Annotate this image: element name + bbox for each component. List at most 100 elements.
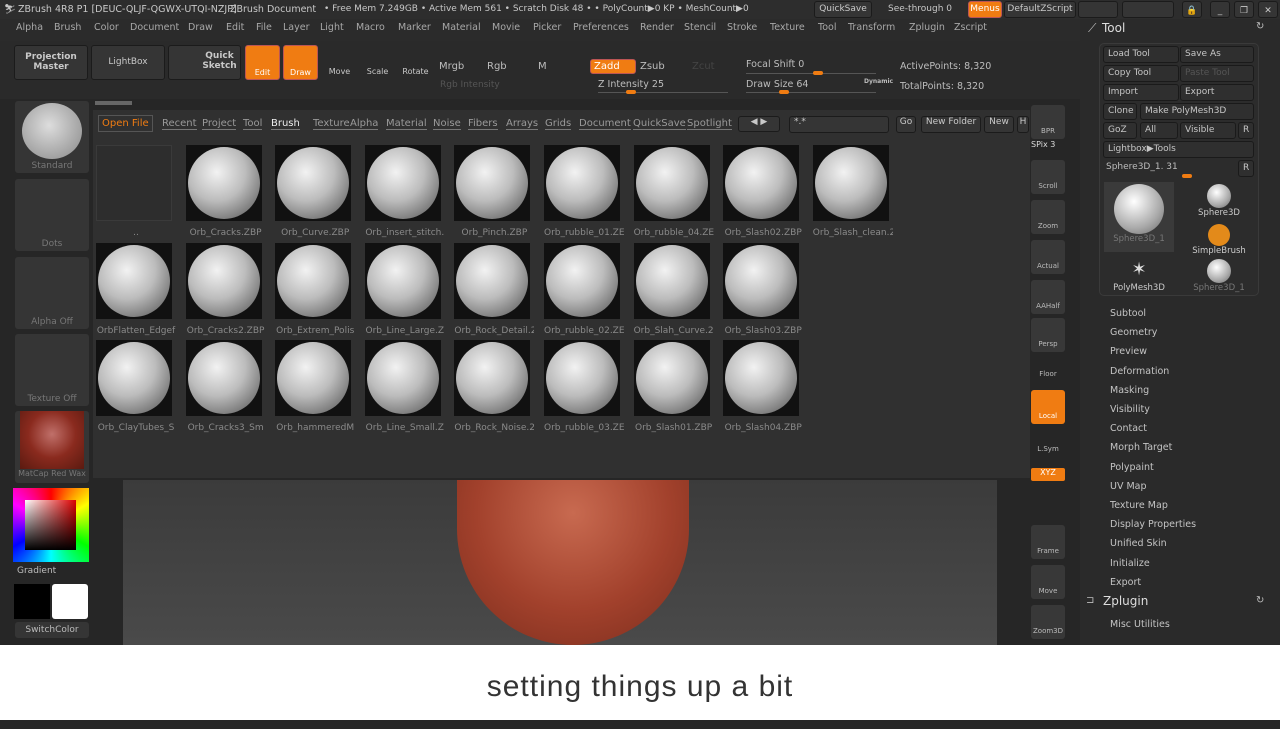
scale-mode-button[interactable]: Scale <box>360 45 395 80</box>
menu-document[interactable]: Document <box>130 22 179 33</box>
shelf-frame-button[interactable]: Frame <box>1031 525 1065 559</box>
focal-shift-slider[interactable]: Focal Shift 0 <box>746 59 804 70</box>
red-wax-sphere-model[interactable] <box>457 480 689 645</box>
subpalette-export[interactable]: Export <box>1110 577 1141 588</box>
alpha-selector[interactable]: Alpha Off <box>15 257 89 329</box>
lightbox-item[interactable]: Orb_ClayTubes_S <box>96 340 176 433</box>
focal-shift-knob[interactable] <box>813 71 823 75</box>
lock-icon[interactable]: 🔒 <box>1182 1 1202 18</box>
shelf-l-sym-button[interactable]: L.Sym <box>1031 445 1065 453</box>
texture-selector[interactable]: Texture Off <box>15 334 89 406</box>
shelf-move-button[interactable]: Move <box>1031 565 1065 599</box>
rgb-toggle[interactable]: Rgb <box>487 61 507 72</box>
copy-tool-button[interactable]: Copy Tool <box>1103 65 1179 82</box>
shelf-scroll-button[interactable]: Scroll <box>1031 160 1065 194</box>
zsub-button[interactable]: Zsub <box>640 61 665 72</box>
lightbox-item[interactable]: OrbFlatten_Edgef <box>96 242 176 336</box>
rotate-mode-button[interactable]: Rotate <box>398 45 433 80</box>
lightbox-item[interactable]: Orb_Slash02.ZBP <box>723 145 803 238</box>
draw-mode-button[interactable]: Draw <box>283 45 318 80</box>
lightbox-item[interactable]: Orb_Slash03.ZBP <box>723 242 803 336</box>
menu-alpha[interactable]: Alpha <box>16 22 43 33</box>
stroke-selector[interactable]: Dots <box>15 179 89 251</box>
subpalette-subtool[interactable]: Subtool <box>1110 308 1146 319</box>
tool-r-button[interactable]: R <box>1238 160 1254 177</box>
menu-light[interactable]: Light <box>320 22 344 33</box>
new-folder-button[interactable]: New Folder <box>921 116 981 133</box>
subpalette-morph-target[interactable]: Morph Target <box>1110 442 1172 453</box>
lightbox-item[interactable]: Orb_rubble_03.ZE <box>544 340 624 433</box>
lightbox-tab-material[interactable]: Material <box>386 118 427 130</box>
document-canvas[interactable] <box>123 480 997 645</box>
shelf-aahalf-button[interactable]: AAHalf <box>1031 280 1065 314</box>
subpalette-preview[interactable]: Preview <box>1110 346 1147 357</box>
menu-material[interactable]: Material <box>442 22 481 33</box>
lightbox-item[interactable]: Orb_Cracks.ZBP <box>185 145 266 238</box>
lightbox-item[interactable]: Orb_Slash01.ZBP <box>633 340 714 433</box>
shelf-zoom-button[interactable]: Zoom <box>1031 200 1065 234</box>
tool-tile-polymesh3d[interactable]: ✶ PolyMesh3D <box>1104 257 1174 293</box>
all-button[interactable]: All <box>1140 122 1178 139</box>
color-picker[interactable] <box>13 488 89 562</box>
material-selector[interactable]: MatCap Red Wax <box>15 411 89 483</box>
lightbox-item[interactable]: Orb_Rock_Detail.2 <box>454 242 534 336</box>
rgb-intensity-slider[interactable]: Rgb Intensity <box>440 80 500 90</box>
main-color-swatch[interactable] <box>14 584 50 619</box>
layout-arrows-button[interactable] <box>1078 1 1118 18</box>
lightbox-item[interactable]: Orb_rubble_01.ZE <box>544 145 624 238</box>
lightbox-tab-quicksave[interactable]: QuickSave <box>633 118 686 130</box>
lightbox-item[interactable]: Orb_insert_stitch. <box>364 145 445 238</box>
lightbox-item[interactable]: Orb_Extrem_Polis <box>275 242 355 336</box>
mrgb-toggle[interactable]: Mrgb <box>439 61 464 72</box>
shelf-persp-button[interactable]: Persp <box>1031 318 1065 352</box>
lightbox-item[interactable]: Orb_Slash_clean.2 <box>812 145 893 238</box>
subpalette-contact[interactable]: Contact <box>1110 423 1147 434</box>
menu-brush[interactable]: Brush <box>54 22 81 33</box>
dynamic-toggle[interactable]: Dynamic <box>864 78 893 85</box>
lightbox-item[interactable]: .. <box>96 145 176 238</box>
gradient-toggle[interactable]: Gradient <box>17 566 56 576</box>
lightbox-tab-alpha[interactable]: Alpha <box>350 118 379 130</box>
lightbox-item[interactable]: Orb_Rock_Noise.2 <box>454 340 534 433</box>
menu-color[interactable]: Color <box>94 22 119 33</box>
m-toggle[interactable]: M <box>538 61 547 72</box>
menu-marker[interactable]: Marker <box>398 22 431 33</box>
shelf-actual-button[interactable]: Actual <box>1031 240 1065 274</box>
projection-master-button[interactable]: Projection Master <box>14 45 88 80</box>
lightbox-nav-arrows[interactable]: ◀ ▶ <box>738 116 780 132</box>
shelf-spix-3-button[interactable]: SPix 3 <box>1031 140 1055 149</box>
menu-picker[interactable]: Picker <box>533 22 561 33</box>
lightbox-tab-texture[interactable]: Texture <box>313 118 350 130</box>
subpalette-texture-map[interactable]: Texture Map <box>1110 500 1168 511</box>
menu-zplugin[interactable]: Zplugin <box>909 22 945 33</box>
subpalette-unified-skin[interactable]: Unified Skin <box>1110 538 1167 549</box>
lightbox-item[interactable]: Orb_Pinch.ZBP <box>454 145 534 238</box>
lightbox-tab-noise[interactable]: Noise <box>433 118 461 130</box>
reset-icon[interactable]: ↻ <box>1256 21 1264 32</box>
lightbox-item[interactable]: Orb_rubble_02.ZE <box>544 242 624 336</box>
see-through-slider[interactable]: See-through 0 <box>888 0 952 19</box>
lightbox-item[interactable]: Orb_Line_Large.Z <box>364 242 445 336</box>
tool-tile-sphere3d_1[interactable]: Sphere3D_1 <box>1184 257 1254 293</box>
quicksave-button[interactable]: QuickSave <box>814 1 872 18</box>
new-button[interactable]: New <box>984 116 1014 133</box>
export-button[interactable]: Export <box>1180 84 1254 101</box>
visible-button[interactable]: Visible <box>1180 122 1236 139</box>
lightbox-tab-brush[interactable]: Brush <box>271 118 300 130</box>
lightbox-tab-grids[interactable]: Grids <box>545 118 572 130</box>
paste-tool-button[interactable]: Paste Tool <box>1180 65 1254 82</box>
subpalette-display-properties[interactable]: Display Properties <box>1110 519 1196 530</box>
draw-size-knob[interactable] <box>779 90 789 94</box>
lightbox-tab-project[interactable]: Project <box>202 118 237 130</box>
menu-stroke[interactable]: Stroke <box>727 22 757 33</box>
subpalette-uv-map[interactable]: UV Map <box>1110 481 1147 492</box>
menu-movie[interactable]: Movie <box>492 22 520 33</box>
draw-size-slider[interactable]: Draw Size 64 <box>746 79 808 90</box>
lightbox-tab-document[interactable]: Document <box>579 118 631 130</box>
menus-button[interactable]: Menus <box>968 1 1002 18</box>
lightbox-item[interactable]: Orb_hammeredM <box>275 340 355 433</box>
menu-macro[interactable]: Macro <box>356 22 385 33</box>
menu-file[interactable]: File <box>256 22 272 33</box>
z-intensity-slider[interactable]: Z Intensity 25 <box>598 79 664 90</box>
clone-button[interactable]: Clone <box>1103 103 1137 120</box>
